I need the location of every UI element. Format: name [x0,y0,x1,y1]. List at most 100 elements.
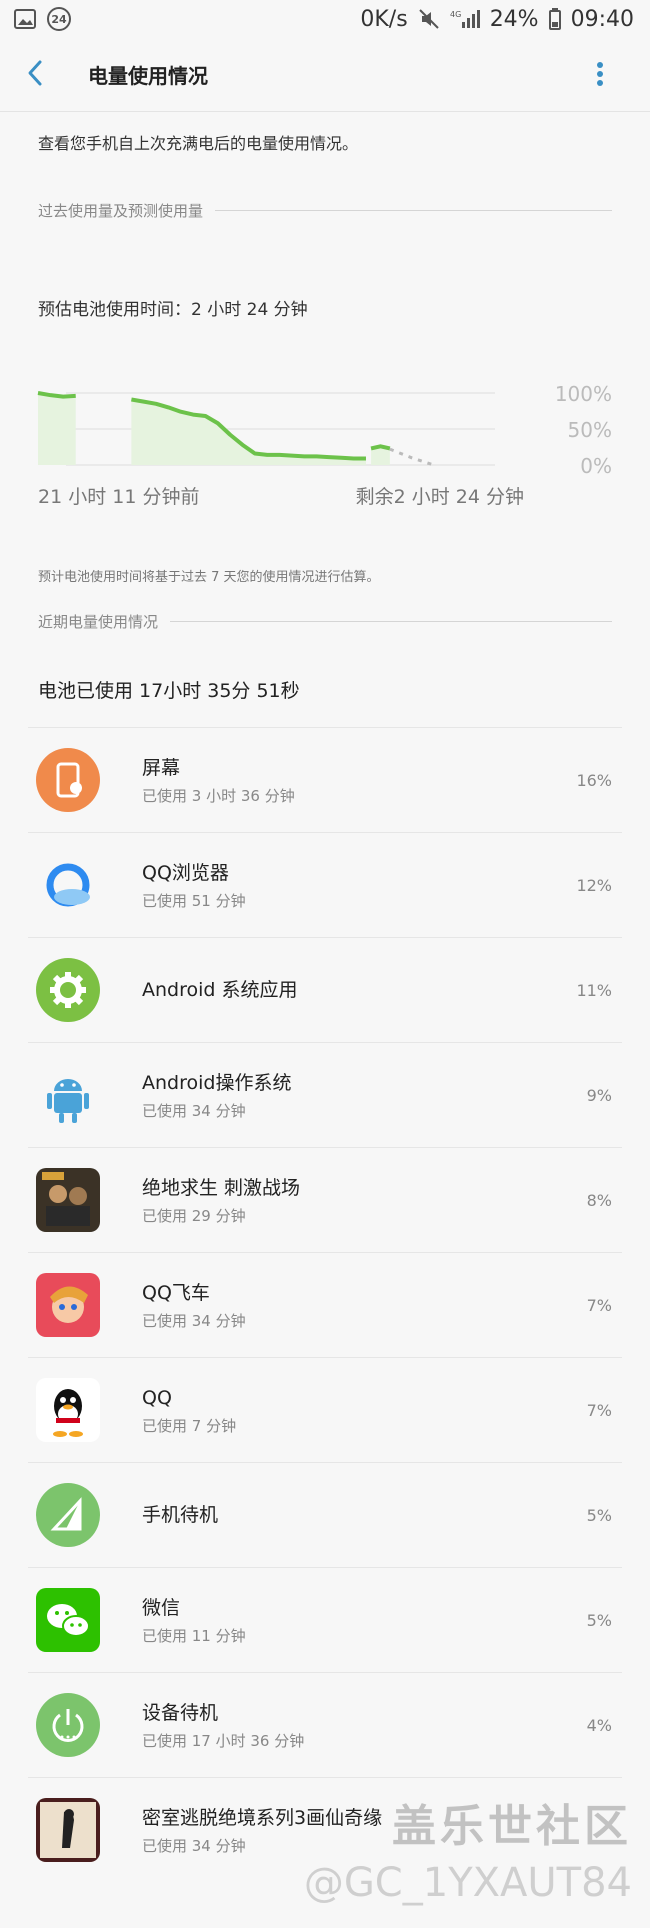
status-left: 24 [14,6,72,32]
page-title: 电量使用情况 [88,64,208,88]
back-button[interactable] [0,38,70,112]
android-os-icon [36,1063,100,1127]
app-name: 手机待机 [142,1504,219,1526]
estimated-time: 预估电池使用时间：2 小时 24 分钟 [38,300,308,320]
android-system-icon [36,958,100,1022]
app-text: 微信已使用 11 分钟 [142,1595,622,1646]
battery-percent: 24% [489,6,539,32]
watermark-title: 盖乐世社区 [392,1801,632,1852]
section-past-usage: 过去使用量及预测使用量 [0,200,650,221]
back-arrow-icon [25,59,45,91]
section-recent-usage: 近期电量使用情况 [0,611,650,632]
app-usage-list: 屏幕 已使用 3 小时 36 分钟 16% QQ浏览器 已使用 51 分钟 12% Andr… [0,727,650,1882]
more-vert-icon [596,61,604,91]
mute-icon [418,8,440,30]
page-description: 查看您手机自上次充满电后的电量使用情况。 [38,134,359,153]
app-text: 手机待机 [142,1502,622,1528]
app-usage-percent: 9% [586,1085,612,1105]
app-usage-percent: 16% [576,770,612,790]
status-bar: 24 0K/s 4G 24% 09:40 [0,0,650,38]
app-usage-item[interactable]: 微信 已使用 11 分钟 5% [28,1567,622,1672]
network-speed: 0K/s [360,6,408,32]
clock: 09:40 [570,6,634,32]
app-usage-item[interactable]: 屏幕 已使用 3 小时 36 分钟 16% [28,727,622,832]
app-name: QQ浏览器 [142,861,229,884]
signal-4g-icon: 4G [450,8,480,30]
app-usage-percent: 12% [576,875,612,895]
section-past-label: 过去使用量及预测使用量 [38,202,204,220]
app-usage-percent: 11% [576,980,612,1000]
badge-text: 24 [51,13,67,26]
qq-icon [36,1378,100,1442]
app-text: Android操作系统已使用 34 分钟 [142,1070,622,1121]
app-text: 设备待机已使用 17 小时 36 分钟 [142,1700,622,1751]
app-name: Android操作系统 [142,1071,292,1094]
app-usage-item[interactable]: 手机待机 5% [28,1462,622,1567]
battery-icon [548,8,561,30]
device-standby-icon [36,1693,100,1757]
more-options-button[interactable] [580,56,620,96]
app-usage-percent: 5% [586,1610,612,1630]
app-usage-percent: 8% [586,1190,612,1210]
app-bar: 电量使用情况 [0,38,650,112]
chart-note: 预计电池使用时间将基于过去 7 天您的使用情况进行估算。 [38,570,380,585]
usage-total: 电池已使用 17小时 35分 51秒 [38,680,300,702]
battery-chart: 100% 50% 0% 21 小时 11 分钟前 剩余2 小时 24 分钟 [0,338,650,568]
y-axis-label: 100% [555,382,612,406]
app-usage-time: 已使用 3 小时 36 分钟 [142,786,295,805]
divider [215,210,612,211]
watermark-handle: @GC_1YXAUT84 [303,1860,632,1906]
app-usage-item[interactable]: Android 系统应用 11% [28,937,622,1042]
app-name: QQ飞车 [142,1281,210,1304]
app-usage-time: 已使用 17 小时 36 分钟 [142,1731,305,1750]
network-type: 4G [450,10,461,19]
app-usage-item[interactable]: QQ飞车 已使用 34 分钟 7% [28,1252,622,1357]
app-usage-percent: 7% [586,1400,612,1420]
app-name: 绝地求生 刺激战场 [142,1176,301,1199]
predicted-line [389,447,435,467]
usage-area [38,393,76,465]
app-usage-percent: 5% [586,1505,612,1525]
screen-icon [36,748,100,812]
app-name: 设备待机 [142,1701,219,1724]
gallery-notification-icon [14,9,36,29]
app-usage-time: 已使用 34 分钟 [142,1311,246,1330]
usage-area [131,399,366,465]
battery-chart-svg: 100% 50% 0% 21 小时 11 分钟前 剩余2 小时 24 分钟 [37,382,612,508]
x-axis-end-label: 剩余2 小时 24 分钟 [356,486,524,508]
pubg-icon [36,1168,100,1232]
qq-speed-icon [36,1273,100,1337]
app-usage-time: 已使用 11 分钟 [142,1626,246,1645]
app-name: QQ [142,1386,172,1409]
escape-game-icon [36,1798,100,1862]
divider [170,621,612,622]
app-usage-item[interactable]: 设备待机 已使用 17 小时 36 分钟 4% [28,1672,622,1777]
app-usage-item[interactable]: QQ浏览器 已使用 51 分钟 12% [28,832,622,937]
section-recent-label: 近期电量使用情况 [38,613,159,631]
app-text: 绝地求生 刺激战场已使用 29 分钟 [142,1175,622,1226]
app-text: QQ飞车已使用 34 分钟 [142,1280,622,1331]
badge-24-icon: 24 [46,6,72,32]
app-text: Android 系统应用 [142,977,622,1003]
app-usage-percent: 7% [586,1295,612,1315]
app-name: 屏幕 [142,756,181,779]
app-name: 微信 [142,1596,181,1619]
app-usage-time: 已使用 7 分钟 [142,1416,237,1435]
y-axis-label: 50% [568,418,612,442]
y-axis-label: 0% [580,454,612,478]
watermark: 盖乐世社区 @GC_1YXAUT84 [304,1790,632,1906]
app-text: QQ浏览器已使用 51 分钟 [142,860,622,911]
app-text: QQ 已使用 7 分钟 [142,1385,622,1436]
status-right: 0K/s 4G 24% 09:40 [360,7,634,32]
wechat-icon [36,1588,100,1652]
app-usage-percent: 4% [586,1715,612,1735]
app-text: 屏幕已使用 3 小时 36 分钟 [142,755,622,806]
app-usage-time: 已使用 51 分钟 [142,891,246,910]
app-usage-item[interactable]: 绝地求生 刺激战场 已使用 29 分钟 8% [28,1147,622,1252]
x-axis-start-label: 21 小时 11 分钟前 [38,486,199,508]
app-usage-item[interactable]: Android操作系统 已使用 34 分钟 9% [28,1042,622,1147]
usage-line [370,444,391,451]
app-usage-item[interactable]: QQ 已使用 7 分钟 7% [28,1357,622,1462]
app-usage-time: 已使用 34 分钟 [142,1101,246,1120]
app-usage-time: 已使用 29 分钟 [142,1206,246,1225]
